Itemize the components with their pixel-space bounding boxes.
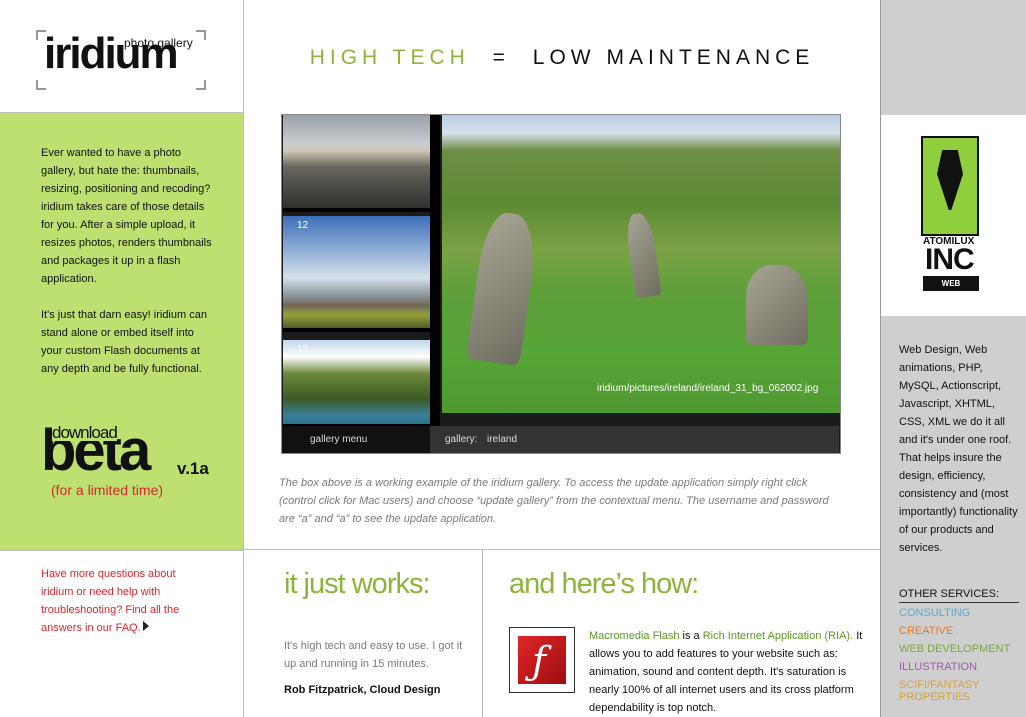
headline-part1: HIGH TECH [309, 46, 470, 69]
headline-part2: LOW MAINTENANCE [532, 46, 815, 69]
gallery-menu-label: gallery menu [310, 434, 368, 445]
flash-logo-icon[interactable]: ƒ [509, 627, 575, 693]
gallery-viewer[interactable]: 12 13 iridium/pictures/ireland/ireland_3… [281, 114, 841, 454]
page-headline: HIGH TECH = LOW MAINTENANCE [244, 46, 880, 70]
service-link-creative[interactable]: CREATIVE [899, 625, 1019, 637]
gallery-thumbnail[interactable]: 13 [283, 340, 431, 428]
sponsor-inc: INC [925, 243, 975, 276]
how-connector: is a [679, 630, 703, 642]
flash-logo-badge: ƒ [518, 636, 566, 684]
arrow-right-icon [142, 621, 149, 631]
gallery-toolbar: gallery menu gallery: ireland [283, 426, 839, 453]
flash-f-icon: ƒ [532, 639, 547, 683]
crop-mark-icon [196, 80, 206, 90]
photo-caption: iridium/pictures/ireland/ireland_31_bg_0… [597, 383, 819, 394]
download-version: v.1a [177, 459, 209, 478]
gallery-thumbnail[interactable] [283, 115, 431, 212]
faq-text[interactable]: Have more questions about iridium or nee… [41, 568, 179, 634]
crop-mark-icon [196, 30, 206, 40]
testimonial-author: Rob Fitzpatrick, Cloud Design [284, 684, 441, 696]
standing-stone-image [465, 209, 541, 367]
faq-link[interactable]: Have more questions about iridium or nee… [41, 565, 201, 637]
gallery-main-photo[interactable]: iridium/pictures/ireland/ireland_31_bg_0… [442, 115, 840, 413]
sponsor-web-badge: WEB [923, 276, 979, 291]
services-text: Web Design, Web animations, PHP, MySQL, … [899, 344, 1018, 554]
download-limited-note: (for a limited time) [51, 482, 164, 498]
service-link-scifi-fantasy[interactable]: SCIFI/FANTASY PROPERTIES [899, 679, 1019, 703]
how-text: Macromedia Flash is a Rich Internet Appl… [589, 627, 864, 717]
gallery-name-label: gallery: [445, 434, 478, 445]
service-link-illustration[interactable]: ILLUSTRATION [899, 661, 1019, 673]
gallery-description: The box above is a working example of th… [279, 477, 829, 525]
section-divider [482, 549, 483, 717]
ria-link[interactable]: Rich Internet Application (RIA). [703, 630, 853, 642]
how-body: It allows you to add features to your we… [589, 630, 863, 714]
download-label: download [52, 423, 118, 442]
crop-mark-icon [36, 80, 46, 90]
pen-nib-icon [937, 150, 963, 210]
intro-text: Ever wanted to have a photo gallery, but… [41, 144, 213, 396]
other-services-heading: OTHER SERVICES: [899, 588, 1019, 603]
works-heading: it just works: [284, 568, 431, 600]
gallery-thumbnail[interactable]: 12 [283, 216, 431, 332]
sponsor-logo-art[interactable] [921, 136, 979, 236]
thumbnail-number: 13 [297, 344, 309, 355]
gallery-menu-button[interactable]: gallery menu [283, 426, 430, 453]
thumbnail-divider [430, 115, 440, 426]
thumbnail-number: 12 [297, 220, 309, 231]
headline-equals: = [492, 46, 510, 69]
service-link-consulting[interactable]: CONSULTING [899, 607, 1019, 619]
intro-paragraph: It's just that darn easy! iridium can st… [41, 309, 207, 375]
macromedia-flash-link[interactable]: Macromedia Flash [589, 630, 679, 642]
other-services-list: CONSULTING CREATIVE WEB DEVELOPMENT ILLU… [899, 607, 1019, 709]
gallery-name-value[interactable]: ireland [487, 434, 517, 445]
how-heading: and here’s how: [509, 568, 699, 600]
logo-subtitle: photo gallery [124, 36, 193, 50]
standing-stone-image [624, 211, 662, 299]
service-link-web-development[interactable]: WEB DEVELOPMENT [899, 643, 1019, 655]
standing-stone-image [746, 265, 808, 345]
testimonial-quote: It's high tech and easy to use. I got it… [284, 640, 463, 670]
intro-paragraph: Ever wanted to have a photo gallery, but… [41, 147, 212, 285]
section-divider [244, 549, 881, 550]
